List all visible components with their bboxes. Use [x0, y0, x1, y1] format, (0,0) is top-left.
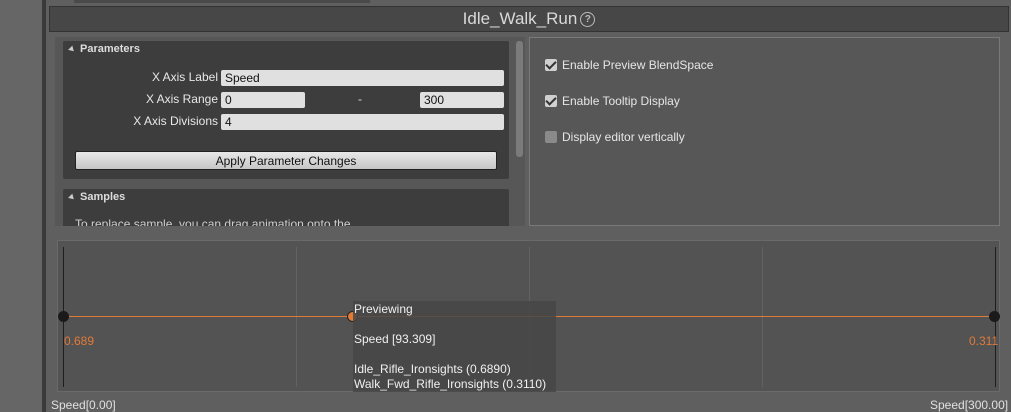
options-panel: Enable Preview BlendSpace Enable Tooltip…	[529, 37, 1000, 226]
sample-point-start[interactable]	[58, 311, 69, 322]
tooltip-sample-2: Walk_Fwd_Rifle_Ironsights (0.3110)	[354, 377, 547, 391]
window-title: Idle_Walk_Run	[462, 9, 578, 28]
range-separator: -	[358, 92, 362, 106]
apply-parameter-changes-button[interactable]: Apply Parameter Changes	[75, 151, 497, 170]
enable-tooltip-label: Enable Tooltip Display	[562, 94, 680, 108]
display-vertical-label: Display editor vertically	[562, 130, 685, 144]
samples-header[interactable]: Samples	[63, 189, 509, 205]
samples-header-label: Samples	[80, 191, 126, 203]
enable-preview-label: Enable Preview BlendSpace	[562, 58, 714, 72]
help-icon[interactable]: ?	[580, 11, 596, 27]
display-vertical-option[interactable]: Display editor vertically	[545, 130, 685, 144]
left-panel-strip	[0, 0, 42, 412]
parameters-scrollbar[interactable]	[516, 41, 523, 157]
tooltip-sample-1: Idle_Rifle_Ironsights (0.6890)	[354, 362, 511, 376]
x-axis-divisions-field[interactable]: 4	[221, 114, 504, 130]
right-sample-weight: 0.311	[969, 334, 999, 348]
x-axis-label-field[interactable]: Speed	[221, 70, 504, 86]
parameters-section: Parameters X Axis Label Speed X Axis Ran…	[63, 41, 509, 179]
grid-line	[296, 247, 297, 387]
blendspace-graph[interactable]: 0.689 0.311 Previewing Speed [93.309] Id…	[57, 240, 1000, 392]
top-tab-edge	[74, 0, 370, 3]
tooltip-title: Previewing	[354, 302, 413, 316]
checkbox-icon[interactable]	[545, 59, 557, 71]
enable-preview-option[interactable]: Enable Preview BlendSpace	[545, 58, 713, 72]
panel-splitter[interactable]	[42, 0, 46, 412]
enable-tooltip-option[interactable]: Enable Tooltip Display	[545, 94, 680, 108]
checkbox-icon[interactable]	[545, 131, 557, 143]
x-axis-range-max-field[interactable]: 300	[420, 92, 504, 108]
axis-min-label: Speed[0.00]	[51, 398, 116, 412]
x-axis-label-label: X Axis Label	[151, 70, 218, 84]
preview-tooltip: Previewing Speed [93.309] Idle_Rifle_Iro…	[353, 301, 556, 392]
parameters-header[interactable]: Parameters	[63, 41, 509, 57]
left-sample-weight: 0.689	[64, 334, 95, 348]
parameters-header-label: Parameters	[80, 43, 140, 55]
axis-max-label: Speed[300.00]	[930, 398, 1009, 412]
tooltip-speed: Speed [93.309]	[354, 332, 436, 346]
collapse-triangle-icon[interactable]	[68, 193, 76, 201]
title-bar: Idle_Walk_Run ?	[49, 6, 1009, 32]
x-axis-divisions-label: X Axis Divisions	[133, 114, 218, 128]
sample-point-end[interactable]	[989, 311, 1000, 322]
collapse-triangle-icon[interactable]	[68, 45, 76, 53]
grid-line	[762, 247, 763, 387]
x-axis-range-min-field[interactable]: 0	[221, 92, 305, 108]
x-axis-range-label: X Axis Range	[145, 92, 218, 106]
parameters-panel: Parameters X Axis Label Speed X Axis Ran…	[55, 37, 525, 226]
checkbox-icon[interactable]	[545, 95, 557, 107]
samples-instructions: To replace sample, you can drag animatio…	[75, 217, 351, 226]
samples-section: Samples To replace sample, you can drag …	[63, 189, 509, 226]
